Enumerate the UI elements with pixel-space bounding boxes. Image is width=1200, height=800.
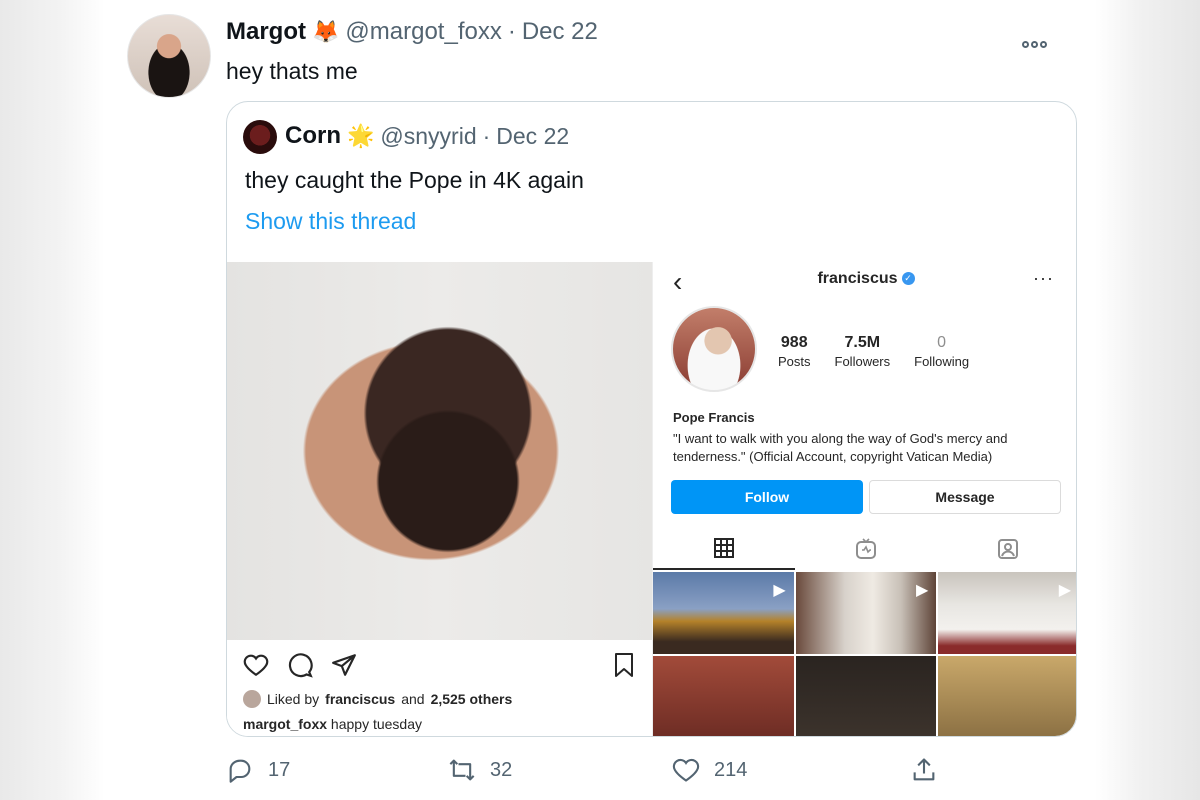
fox-emoji-icon: 🦊	[312, 19, 340, 44]
liked-by: Liked by franciscus and 2,525 others	[243, 690, 512, 708]
tweet: Margot 🦊 @margot_foxx · Dec 22 hey thats…	[105, 0, 1095, 800]
share-action[interactable]	[910, 756, 938, 784]
grid-item	[938, 656, 1076, 736]
tweet-date[interactable]: Dec 22	[522, 18, 598, 46]
post-caption: margot_foxx happy tuesday	[243, 716, 422, 732]
show-thread-link[interactable]: Show this thread	[245, 208, 416, 235]
profile-stats: 988 Posts 7.5M Followers 0 Following	[778, 334, 969, 369]
separator: ·	[482, 122, 491, 149]
share-icon[interactable]	[910, 756, 938, 784]
retweet-icon[interactable]	[448, 756, 476, 784]
grid-icon	[714, 538, 734, 558]
quoted-author-handle[interactable]: @snyyrid	[380, 123, 476, 150]
play-icon: ▶	[773, 582, 786, 599]
tweet-actions: 17 32 214	[226, 756, 1046, 790]
instagram-post: Liked by franciscus and 2,525 others mar…	[227, 262, 652, 736]
tagged-icon	[998, 539, 1018, 559]
profile-username: franciscus ✓	[653, 270, 1076, 288]
grid-item: ▶	[795, 572, 937, 654]
profile-username-text: franciscus	[817, 270, 898, 287]
retweet-action[interactable]: 32	[448, 756, 512, 784]
stat-label: Posts	[778, 354, 811, 369]
tweet-text: hey thats me	[226, 58, 358, 84]
author-name[interactable]: Margot	[226, 18, 306, 46]
caption-user: margot_foxx	[243, 716, 328, 732]
quoted-media[interactable]: Liked by franciscus and 2,525 others mar…	[227, 262, 1076, 736]
liked-by-and: and	[401, 691, 425, 707]
grid-item	[653, 656, 794, 736]
quoted-tweet[interactable]: Corn 🌟 @snyyrid · Dec 22 they caught the…	[226, 101, 1077, 737]
more-options-icon[interactable]	[1020, 28, 1047, 54]
quoted-date[interactable]: Dec 22	[496, 123, 569, 150]
post-actions	[243, 652, 357, 678]
quoted-text: they caught the Pope in 4K again	[245, 167, 584, 193]
tab-tagged	[937, 528, 1076, 570]
stat-value: 988	[780, 334, 808, 351]
retweet-count: 32	[490, 758, 513, 781]
follow-button: Follow	[671, 480, 863, 514]
like-action[interactable]: 214	[672, 756, 747, 784]
profile-more-icon: ···	[1033, 268, 1054, 288]
quoted-header: Corn 🌟 @snyyrid · Dec 22	[285, 122, 569, 150]
comment-icon[interactable]	[287, 652, 313, 678]
profile-bio: "I want to walk with you along the way o…	[673, 431, 1008, 464]
reply-count: 17	[268, 758, 291, 781]
liker-avatar	[243, 690, 261, 708]
profile-display-name: Pope Francis	[673, 410, 755, 425]
tab-grid	[653, 528, 795, 570]
profile-grid: ▶ ▶ ▶	[653, 572, 1076, 736]
verified-badge-icon: ✓	[901, 272, 915, 286]
heart-icon[interactable]	[672, 756, 700, 784]
stat-followers: 7.5M Followers	[835, 334, 891, 369]
profile-tabs	[653, 528, 1076, 570]
stat-posts: 988 Posts	[778, 334, 811, 369]
stat-value: 0	[937, 334, 947, 351]
like-count: 214	[714, 758, 748, 781]
quoted-author-name[interactable]: Corn	[285, 122, 341, 150]
author-handle[interactable]: @margot_foxx	[345, 18, 501, 46]
message-button: Message	[869, 480, 1061, 514]
share-icon[interactable]	[331, 652, 357, 678]
grid-item: ▶	[653, 572, 794, 654]
stat-following: 0 Following	[914, 334, 969, 369]
play-icon: ▶	[1058, 582, 1071, 599]
avatar[interactable]	[127, 14, 211, 98]
heart-icon[interactable]	[243, 652, 269, 678]
quoted-avatar[interactable]	[243, 120, 277, 154]
grid-item	[795, 656, 937, 736]
stat-label: Following	[914, 354, 970, 369]
liked-by-prefix: Liked by	[267, 691, 320, 707]
stat-label: Followers	[834, 354, 891, 369]
play-icon: ▶	[916, 582, 929, 599]
grid-item: ▶	[938, 572, 1076, 654]
separator: ·	[507, 18, 516, 45]
bookmark-icon[interactable]	[612, 652, 636, 678]
post-photo[interactable]	[227, 262, 652, 640]
reply-icon[interactable]	[226, 756, 254, 784]
liked-by-user: franciscus	[325, 691, 396, 707]
profile-avatar	[671, 306, 757, 392]
reply-action[interactable]: 17	[226, 756, 290, 784]
stat-value: 7.5M	[844, 334, 881, 351]
liked-by-count: 2,525 others	[430, 691, 513, 707]
tab-igtv	[795, 528, 937, 570]
instagram-profile: ‹ franciscus ✓ ··· 988 Posts 7.5M Followe…	[652, 262, 1076, 736]
star-emoji-icon: 🌟	[347, 123, 375, 148]
igtv-icon	[856, 538, 876, 559]
caption-text: happy tuesday	[330, 716, 422, 732]
tweet-header: Margot 🦊 @margot_foxx · Dec 22	[226, 18, 598, 46]
